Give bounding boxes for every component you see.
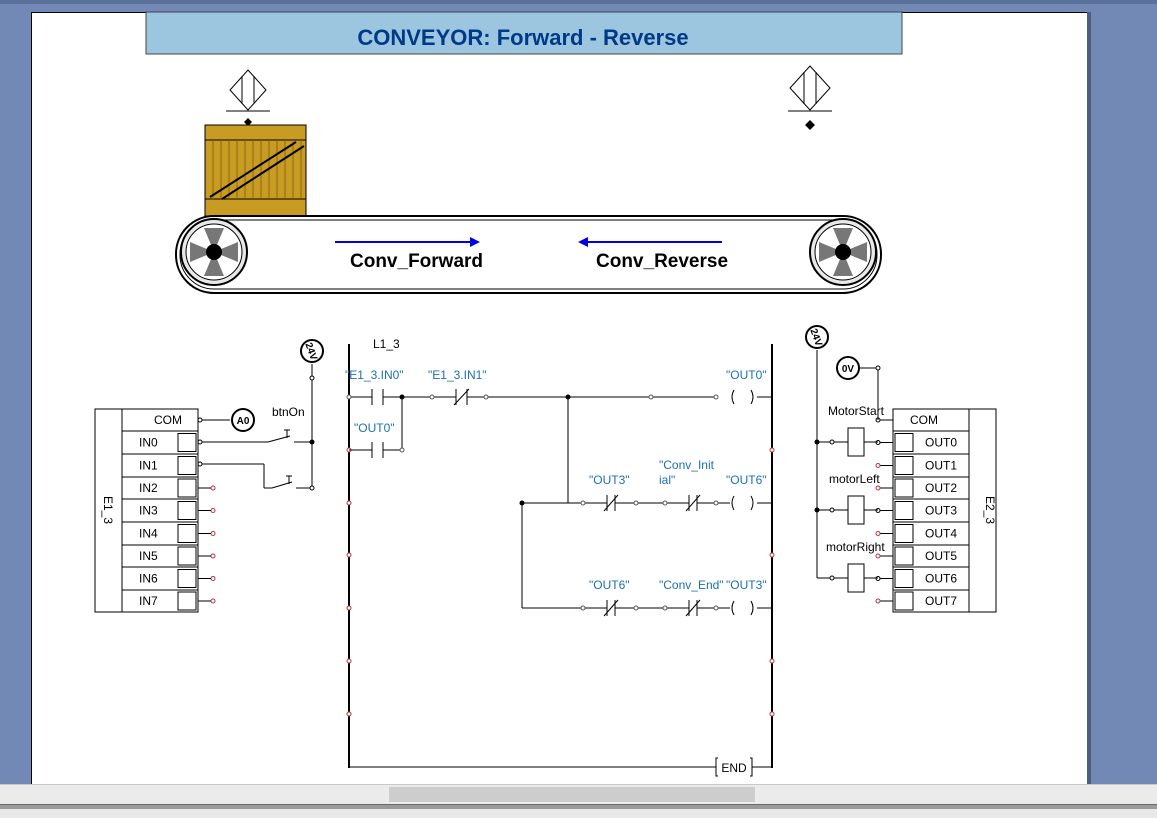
input-terminal-0[interactable] [177,433,197,452]
title-bar: CONVEYOR: Forward - Reverse [145,11,903,55]
btnon-label: btnOn [272,405,305,419]
input-channel-6: IN6 [139,572,158,586]
output-channel-3: OUT3 [925,504,957,518]
conv-reverse-label: Conv_Reverse [596,251,728,272]
btnon-switch-icon[interactable] [267,429,291,443]
input-channel-2: IN2 [139,481,158,495]
output-channel-7: OUT7 [925,594,957,608]
rung2-contact-b-line2[interactable]: ial" [659,473,675,487]
output-module[interactable]: E2_3 COM OUT0 OUT1 OUT2 OUT3 OUT4 OUT5 OUT6 OUT7 [875,408,997,613]
rung2-contact-a[interactable]: "OUT3" [589,473,630,487]
load-label-2: motorRight [826,540,885,554]
input-terminal-1[interactable] [177,456,197,475]
output-channel-1: OUT1 [925,459,957,473]
rung1-coil[interactable]: "OUT0" [726,368,767,382]
conv-forward-label: Conv_Forward [350,251,483,272]
svg-text:0V: 0V [842,364,855,375]
input-module-name: E1_3 [101,496,115,524]
rung1-contact-b[interactable]: "E1_3.IN1" [428,368,487,382]
output-terminal-4[interactable] [894,524,914,543]
rung3-coil[interactable]: "OUT3" [726,578,767,592]
in-supply-badge: 24V [300,339,324,363]
conveyor-belt [175,215,882,294]
output-terminal-2[interactable] [894,478,914,498]
rung1-latch[interactable]: "OUT0" [354,421,395,435]
ladder-diagram: L1_3 "E1_3.IN0" "E1_3.IN1" "OUT0" "OUT0"… [345,337,775,777]
svg-text:END: END [721,761,747,775]
input-terminal-6[interactable] [177,569,197,588]
motorleft-coil-icon[interactable] [847,495,865,525]
output-module-name: E2_3 [983,496,997,524]
a0-badge: A0 [231,408,255,432]
output-terminal-1[interactable] [894,456,914,475]
motorright-coil-icon[interactable] [847,563,865,593]
rung1-contact-a[interactable]: "E1_3.IN0" [345,368,404,382]
input-com-label: COM [154,413,182,427]
input-channel-0: IN0 [139,436,158,450]
horizontal-scrollbar[interactable] [0,784,1157,805]
rung2-coil[interactable]: "OUT6" [726,473,767,487]
input-wiring [200,364,313,489]
right-sensor-icon[interactable] [788,65,832,130]
rung2-contact-b-line1[interactable]: "Conv_Init [659,458,715,472]
input-channel-3: IN3 [139,504,158,518]
output-terminal-6[interactable] [894,569,914,588]
rail-label: L1_3 [373,337,400,351]
motorstart-coil-icon[interactable] [847,427,865,457]
rung3-contact-a[interactable]: "OUT6" [589,578,630,592]
output-terminal-5[interactable] [894,546,914,566]
input-terminal-5[interactable] [177,546,197,566]
output-terminal-0[interactable] [894,433,914,452]
input-channel-4: IN4 [139,527,158,541]
load-label-1: motorLeft [829,472,880,486]
input-terminal-3[interactable] [177,501,197,520]
input-terminal-7[interactable] [177,591,197,611]
crate-icon[interactable] [204,124,307,217]
input-terminal-4[interactable] [177,524,197,543]
input-terminal-2[interactable] [177,478,197,498]
in1-switch-icon[interactable] [271,475,293,489]
end-block[interactable]: END [715,757,753,777]
right-roller-icon [809,218,877,286]
plc-diagram: CONVEYOR: Forward - Reverse Conv_Forward… [94,11,997,777]
input-channel-5: IN5 [139,549,158,563]
input-channel-1: IN1 [139,459,158,473]
out-supply-badge: 24V [805,325,829,349]
output-channel-5: OUT5 [925,549,957,563]
output-channel-2: OUT2 [925,481,957,495]
input-module[interactable]: E1_3 COM IN0 IN1 IN2 IN3 IN4 IN5 IN6 IN7 [94,408,216,613]
out-ground-badge: 0V [836,356,860,380]
output-channel-6: OUT6 [925,572,957,586]
output-com-label: COM [910,413,938,427]
load-label-0: MotorStart [828,404,885,418]
rung3-contact-b[interactable]: "Conv_End" [659,578,724,592]
output-terminal-7[interactable] [894,591,914,611]
svg-text:A0: A0 [237,416,250,427]
status-bar [0,804,1157,818]
page-title: CONVEYOR: Forward - Reverse [357,25,688,50]
output-channel-4: OUT4 [925,527,957,541]
left-roller-icon [180,218,248,286]
output-terminal-3[interactable] [894,501,914,520]
output-channel-0: OUT0 [925,436,957,450]
input-channel-7: IN7 [139,594,158,608]
scrollbar-thumb[interactable] [389,787,755,802]
left-sensor-icon[interactable] [226,69,270,126]
